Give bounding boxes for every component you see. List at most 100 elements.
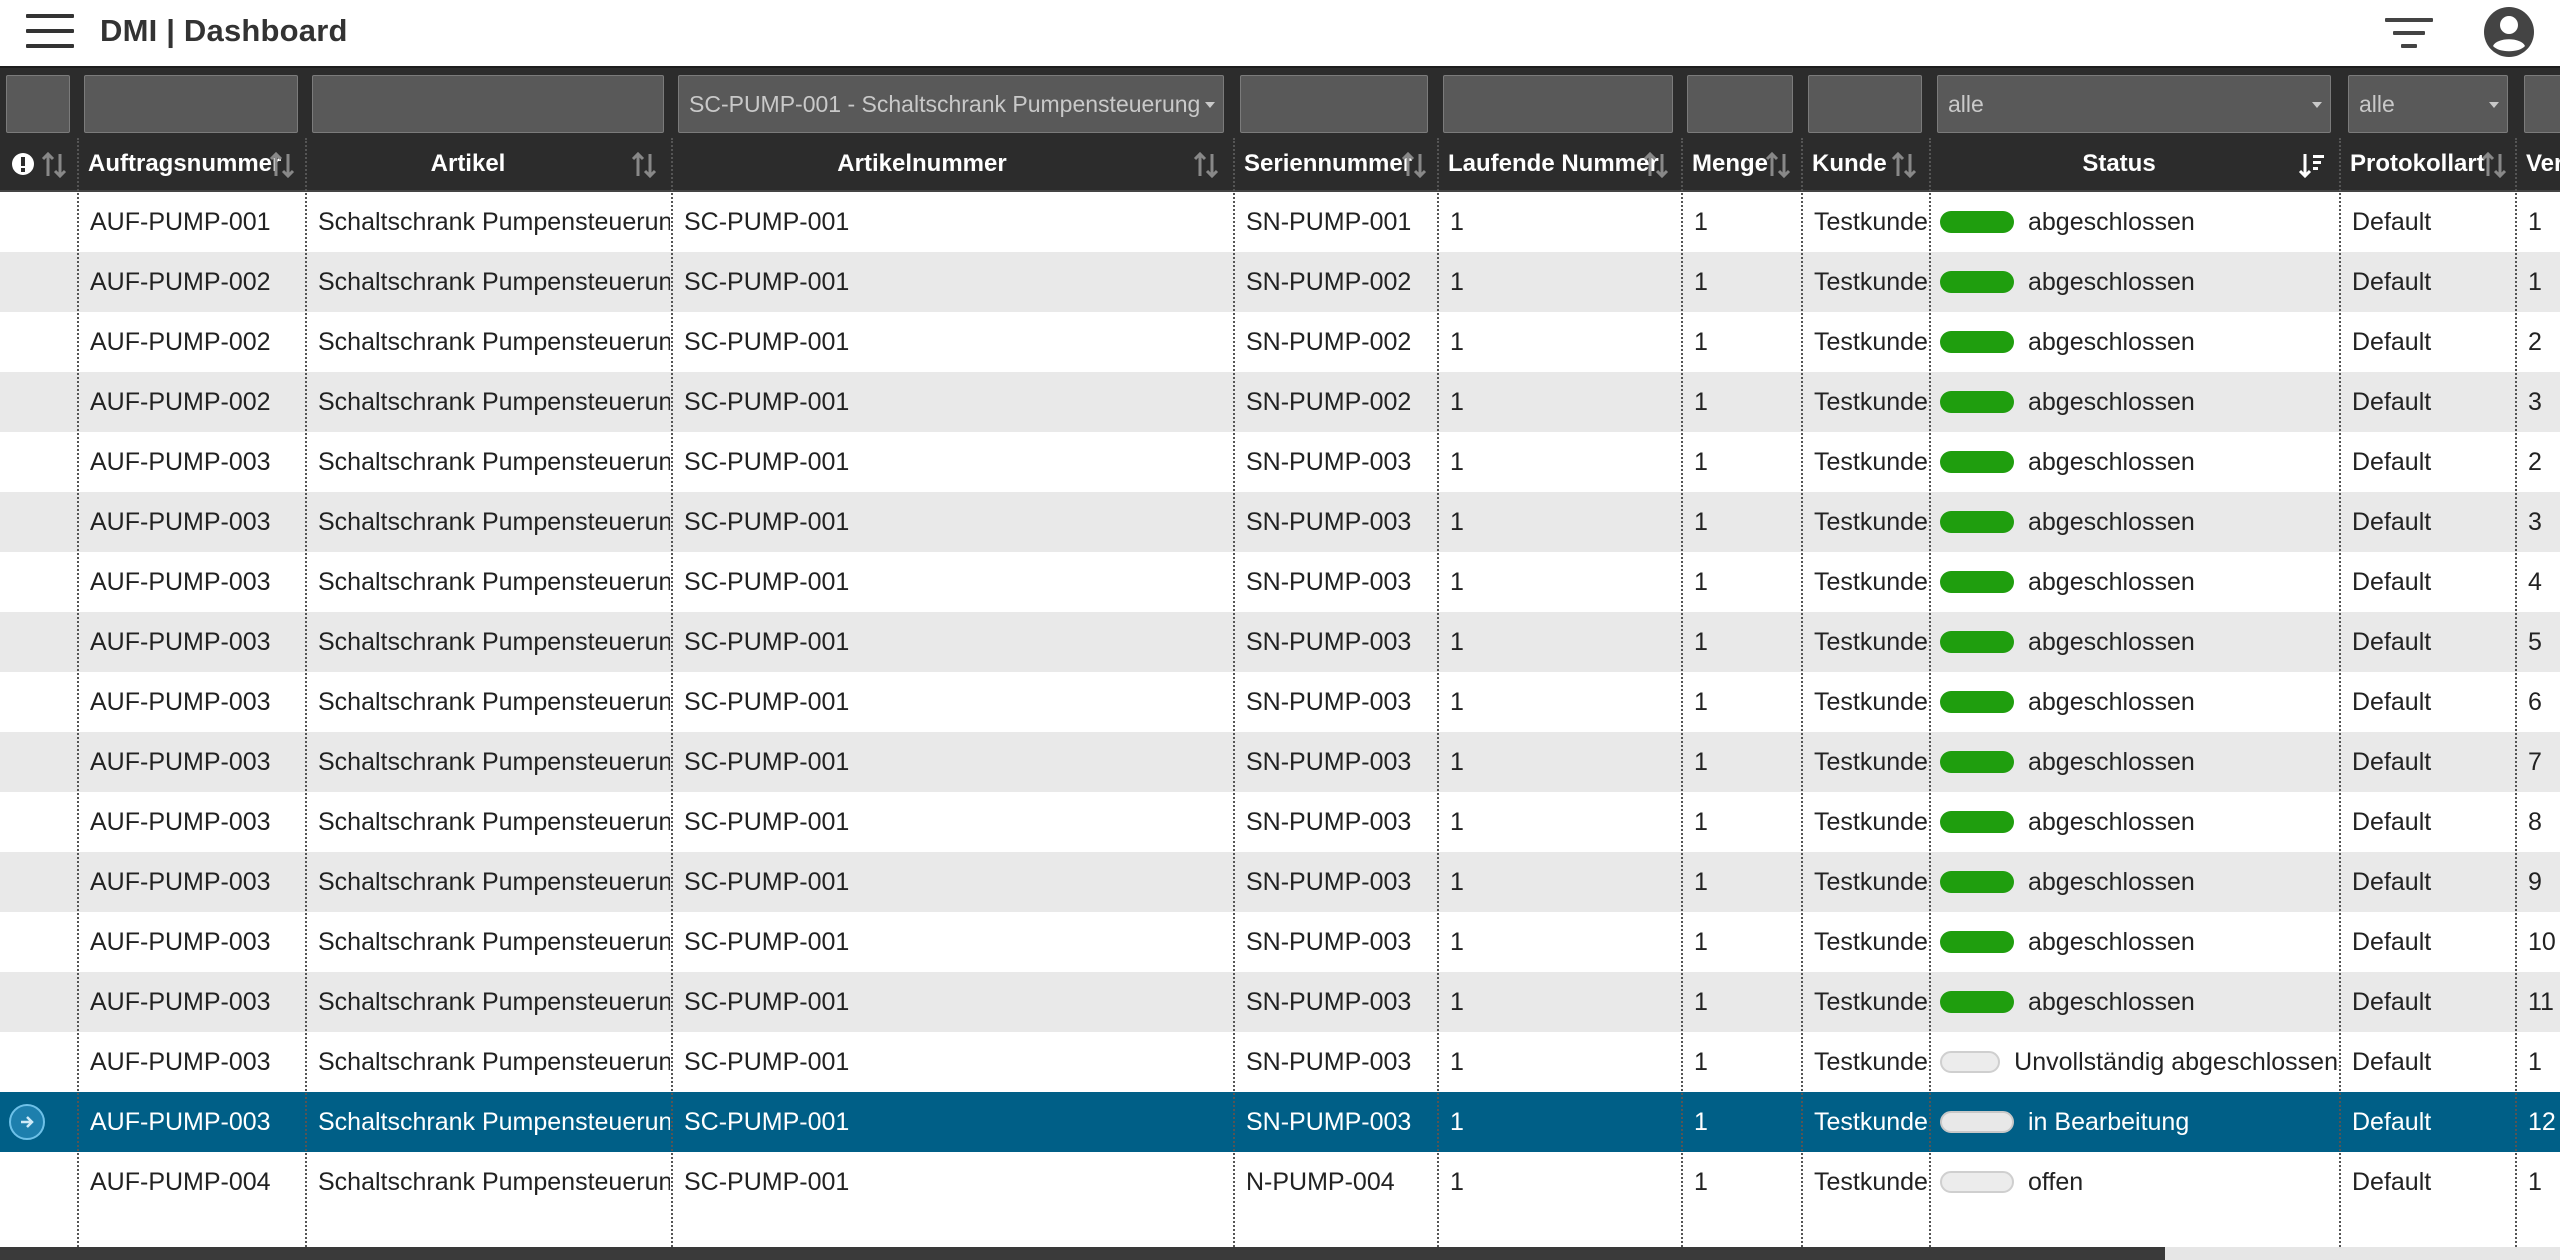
cell-artikel: Schaltschrank Pumpensteuerung	[318, 207, 670, 236]
chevron-down-icon	[2489, 102, 2499, 108]
sort-icon[interactable]	[40, 150, 68, 180]
cell-seriennummer: SN-PUMP-001	[1246, 207, 1412, 236]
table-row[interactable]: AUF-PUMP-003 Schaltschrank Pumpensteuerun…	[0, 792, 2560, 852]
column-divider	[2515, 138, 2517, 1260]
cell-artikelnummer: SC-PUMP-001	[684, 1167, 850, 1196]
table-row[interactable]: AUF-PUMP-003 Schaltschrank Pumpensteuerun…	[0, 852, 2560, 912]
cell-menge: 1	[1694, 1107, 1708, 1136]
table-row[interactable]: AUF-PUMP-003 Schaltschrank Pumpensteuerun…	[0, 432, 2560, 492]
hamburger-menu-icon[interactable]	[26, 14, 74, 48]
cell-menge: 1	[1694, 747, 1708, 776]
column-header-kunde[interactable]: Kunde	[1802, 138, 1928, 190]
sort-icon[interactable]	[2480, 150, 2508, 180]
cell-version: 1	[2528, 1047, 2542, 1076]
cell-kunde: Testkunde	[1814, 987, 1928, 1016]
filter-icon[interactable]	[2385, 16, 2433, 50]
table-row[interactable]: AUF-PUMP-003 Schaltschrank Pumpensteuerun…	[0, 1032, 2560, 1092]
arrow-right-circle-icon[interactable]	[9, 1104, 45, 1140]
table-row[interactable]: AUF-PUMP-002 Schaltschrank Pumpensteuerun…	[0, 312, 2560, 372]
table-row[interactable]: AUF-PUMP-001 Schaltschrank Pumpensteuerun…	[0, 192, 2560, 252]
cell-auftragsnummer: AUF-PUMP-003	[90, 507, 271, 536]
cell-auftragsnummer: AUF-PUMP-003	[90, 1047, 271, 1076]
table-row[interactable]: AUF-PUMP-003 Schaltschrank Pumpensteuerun…	[0, 672, 2560, 732]
column-header-status[interactable]: Status	[1930, 138, 2338, 190]
status-indicator	[1940, 331, 2014, 353]
sort-icon[interactable]	[1400, 150, 1428, 180]
column-header-protokollart[interactable]: Protokollart	[2340, 138, 2514, 190]
cell-artikel: Schaltschrank Pumpensteuerung	[318, 507, 670, 536]
column-header-auftragsnummer[interactable]: Auftragsnummer	[78, 138, 304, 190]
cell-protokollart: Default	[2352, 1167, 2432, 1196]
horizontal-scrollbar-thumb[interactable]	[0, 1247, 2165, 1260]
cell-menge: 1	[1694, 387, 1708, 416]
filter-auftragsnummer-input[interactable]	[84, 75, 298, 133]
column-header-menge[interactable]: Menge	[1682, 138, 1800, 190]
status-indicator	[1940, 631, 2014, 653]
cell-seriennummer: SN-PUMP-003	[1246, 867, 1412, 896]
sort-icon[interactable]	[1642, 150, 1670, 180]
cell-version: 5	[2528, 627, 2542, 656]
cell-laufende-nummer: 1	[1450, 807, 1464, 836]
status-indicator	[1940, 1111, 2014, 1133]
cell-status: abgeschlossen	[1930, 792, 2338, 852]
table-row[interactable]: AUF-PUMP-003 Schaltschrank Pumpensteuerun…	[0, 972, 2560, 1032]
cell-artikelnummer: SC-PUMP-001	[684, 447, 850, 476]
sort-desc-icon[interactable]	[2298, 150, 2326, 180]
cell-artikel: Schaltschrank Pumpensteuerung	[318, 387, 670, 416]
filter-seriennummer-input[interactable]	[1240, 75, 1428, 133]
status-text: abgeschlossen	[2028, 807, 2195, 836]
table-row[interactable]: AUF-PUMP-003 Schaltschrank Pumpensteuerun…	[0, 552, 2560, 612]
table-row[interactable]: AUF-PUMP-003 Schaltschrank Pumpensteuerun…	[0, 612, 2560, 672]
column-header-version[interactable]: Ver	[2516, 138, 2560, 190]
table-row[interactable]: AUF-PUMP-004 Schaltschrank Pumpensteuerun…	[0, 1152, 2560, 1212]
user-account-icon[interactable]	[2483, 6, 2535, 58]
filter-version-input[interactable]	[2524, 75, 2560, 133]
cell-protokollart: Default	[2352, 507, 2432, 536]
table-row[interactable]: AUF-PUMP-003 Schaltschrank Pumpensteuerun…	[0, 492, 2560, 552]
table-row-selected[interactable]: AUF-PUMP-003 Schaltschrank Pumpensteuerun…	[0, 1092, 2560, 1152]
sort-icon[interactable]	[1890, 150, 1918, 180]
column-header-flag[interactable]	[0, 138, 76, 190]
cell-protokollart: Default	[2352, 747, 2432, 776]
column-divider	[305, 138, 307, 1260]
filter-laufende-nummer-input[interactable]	[1443, 75, 1673, 133]
column-header-label: Protokollart	[2350, 150, 2485, 177]
status-text: abgeschlossen	[2028, 567, 2195, 596]
cell-laufende-nummer: 1	[1450, 327, 1464, 356]
cell-kunde: Testkunde	[1814, 687, 1928, 716]
cell-artikel: Schaltschrank Pumpensteuerung	[318, 567, 670, 596]
table-row[interactable]: AUF-PUMP-003 Schaltschrank Pumpensteuerun…	[0, 912, 2560, 972]
cell-seriennummer: SN-PUMP-003	[1246, 627, 1412, 656]
sort-icon[interactable]	[1192, 150, 1220, 180]
filter-status-select[interactable]: alle	[1937, 75, 2331, 133]
cell-auftragsnummer: AUF-PUMP-003	[90, 1107, 271, 1136]
status-text: abgeschlossen	[2028, 867, 2195, 896]
cell-version: 2	[2528, 447, 2542, 476]
column-header-laufende-nummer[interactable]: Laufende Nummer	[1438, 138, 1680, 190]
cell-kunde: Testkunde	[1814, 567, 1928, 596]
filter-menge-input[interactable]	[1687, 75, 1793, 133]
status-indicator	[1940, 991, 2014, 1013]
filter-protokollart-select[interactable]: alle	[2348, 75, 2508, 133]
column-divider	[1681, 138, 1683, 1260]
column-header-artikelnummer[interactable]: Artikelnummer	[672, 138, 1232, 190]
filter-flag-input[interactable]	[6, 75, 70, 133]
sort-icon[interactable]	[630, 150, 658, 180]
column-header-seriennummer[interactable]: Seriennummer	[1234, 138, 1436, 190]
cell-laufende-nummer: 1	[1450, 267, 1464, 296]
cell-artikel: Schaltschrank Pumpensteuerung	[318, 927, 670, 956]
cell-laufende-nummer: 1	[1450, 747, 1464, 776]
filter-status-value: alle	[1948, 90, 1984, 117]
cell-seriennummer: SN-PUMP-003	[1246, 507, 1412, 536]
sort-icon[interactable]	[268, 150, 296, 180]
cell-status: abgeschlossen	[1930, 612, 2338, 672]
table-row[interactable]: AUF-PUMP-002 Schaltschrank Pumpensteuerun…	[0, 252, 2560, 312]
column-header-artikel[interactable]: Artikel	[306, 138, 670, 190]
cell-version: 11	[2528, 987, 2554, 1016]
filter-kunde-input[interactable]	[1808, 75, 1922, 133]
sort-icon[interactable]	[1764, 150, 1792, 180]
table-row[interactable]: AUF-PUMP-002 Schaltschrank Pumpensteuerun…	[0, 372, 2560, 432]
table-row[interactable]: AUF-PUMP-003 Schaltschrank Pumpensteuerun…	[0, 732, 2560, 792]
filter-artikel-input[interactable]	[312, 75, 664, 133]
filter-artikelnummer-select[interactable]: SC-PUMP-001 - Schaltschrank Pumpensteuer…	[678, 75, 1224, 133]
